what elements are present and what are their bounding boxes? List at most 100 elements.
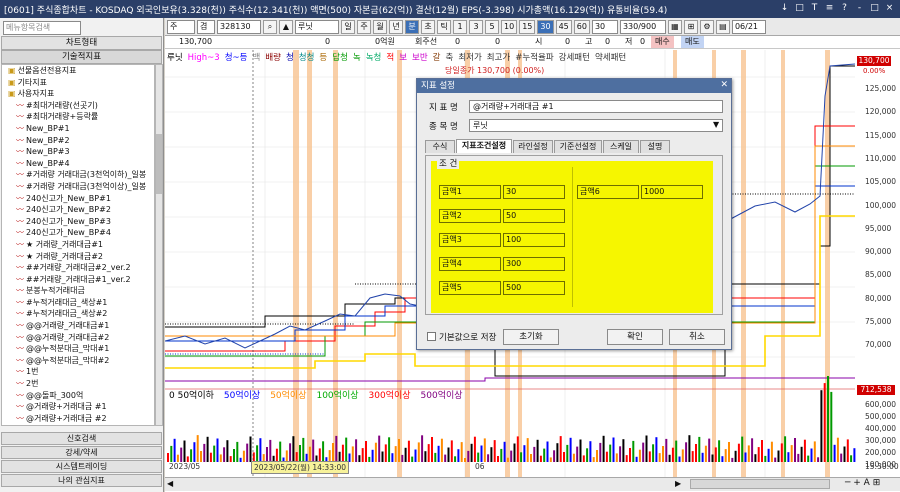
tree-item[interactable]: 〰 #최대거래량(선곳기) <box>2 100 154 112</box>
period-minute[interactable]: 분 <box>405 19 419 34</box>
zoom-controls-icon[interactable]: ─ + A ⊞ <box>845 478 880 488</box>
tree-item[interactable]: 〰 #최대거래량+등락률 <box>2 111 154 123</box>
tree-item[interactable]: 〰 1번 <box>2 366 154 378</box>
period-60[interactable]: 60 <box>573 19 590 34</box>
cancel-button[interactable]: 취소 <box>669 329 725 345</box>
period-1[interactable]: 1 <box>453 19 467 34</box>
period-45[interactable]: 45 <box>555 19 572 34</box>
menu-search-input[interactable]: 메뉴항목검색 <box>3 21 81 35</box>
chevron-down-icon[interactable]: ▼ <box>713 120 719 129</box>
section-strength[interactable]: 강세/약세 <box>1 446 162 459</box>
tree-item[interactable]: 〰 #거래량 거래대금(3천억이상)_일봉 <box>2 181 154 193</box>
tree-item[interactable]: 〰 240신고가_New_BP#1 <box>2 193 154 205</box>
minimize-icon[interactable]: - <box>853 2 866 15</box>
period-30[interactable]: 30 <box>537 19 554 34</box>
tree-item[interactable]: 〰 New_BP#4 <box>2 158 154 170</box>
tree-item[interactable]: 〰 @@누적분대금_막대#1 <box>2 343 154 355</box>
period-week[interactable]: 주 <box>357 19 371 34</box>
count-select[interactable]: 30 <box>591 19 618 34</box>
chart-settings-icon[interactable]: ▦ <box>667 19 682 34</box>
market-select[interactable]: 겸 <box>197 19 215 34</box>
section-my-indicators[interactable]: 나의 관심지표 <box>1 474 162 487</box>
period-month[interactable]: 월 <box>373 19 387 34</box>
menu-icon[interactable]: ≡ <box>823 2 836 15</box>
period-5[interactable]: 5 <box>485 19 499 34</box>
condition-value-input[interactable]: 50 <box>503 209 565 223</box>
tree-item[interactable]: ▣ 기타지표 <box>2 77 154 89</box>
tree-item[interactable]: 〰 #누적거래대금_색상#2 <box>2 308 154 320</box>
scroll-thumb[interactable] <box>690 479 830 489</box>
tree-scrollbar[interactable] <box>155 64 163 426</box>
section-system-trading[interactable]: 시스템트레이딩 <box>1 460 162 473</box>
scroll-left-icon[interactable]: ◀ <box>167 479 173 488</box>
section-technical-indicators[interactable]: 기술적지표 <box>1 50 162 64</box>
tree-item[interactable]: 〰 #거래량 거래대금(3천억이하)_일봉 <box>2 169 154 181</box>
tree-item[interactable]: 〰 ★ 거래량_거래대금#2 <box>2 251 154 263</box>
maximize-icon[interactable]: □ <box>868 2 881 15</box>
tree-item[interactable]: 〰 240신고가_New_BP#4 <box>2 227 154 239</box>
tree-item[interactable]: 〰 ##거래량_거래대금#1_ver.2 <box>2 274 154 286</box>
period-second[interactable]: 초 <box>421 19 435 34</box>
period-year[interactable]: 년 <box>389 19 403 34</box>
tree-item[interactable]: 〰 @@거래량_거래대금#2 <box>2 332 154 344</box>
tree-item[interactable]: 〰 @거래량+거래대금 #2 <box>2 413 154 425</box>
download-icon[interactable]: ↓ <box>778 2 791 15</box>
sell-button[interactable]: 매도 <box>681 36 704 48</box>
tree-item[interactable]: 〰 #누적거래대금_색상#1 <box>2 297 154 309</box>
tree-item[interactable]: 〰 @@누적분대금_막대#2 <box>2 355 154 367</box>
tree-item[interactable]: 〰 @거래량+거래대금 #1 <box>2 401 154 413</box>
tree-item[interactable]: 〰 New_BP#1 <box>2 123 154 135</box>
type-select[interactable]: 주 <box>167 19 195 34</box>
prev-icon[interactable]: ▲ <box>279 19 293 34</box>
condition-value-input[interactable]: 1000 <box>641 185 703 199</box>
period-day[interactable]: 일 <box>341 19 355 34</box>
condition-value-input[interactable]: 500 <box>503 281 565 295</box>
close-icon[interactable]: × <box>883 2 896 15</box>
tree-item[interactable]: 〰 분봉누적거래대금 <box>2 285 154 297</box>
help-icon[interactable]: ? <box>838 2 851 15</box>
stock-name-select[interactable]: 루닛 <box>469 119 723 132</box>
tab-line[interactable]: 라인설정 <box>513 140 553 153</box>
tree-item[interactable]: 〰 @@거래량_거래대금#1 <box>2 320 154 332</box>
tree-item[interactable]: ▣ 사용자지표 <box>2 88 154 100</box>
scroll-right-icon[interactable]: ▶ <box>675 479 681 488</box>
text-icon[interactable]: T <box>808 2 821 15</box>
save-default-checkbox[interactable] <box>427 332 436 341</box>
stock-name-field[interactable]: 루닛 <box>295 19 339 34</box>
tree-item[interactable]: 〰 @@돌파_300억 <box>2 390 154 402</box>
indicator-name-field[interactable]: @거래량+거래대금 #1 <box>469 100 723 113</box>
calendar-icon[interactable]: ▤ <box>715 19 730 34</box>
tab-condition[interactable]: 지표조건설정 <box>456 139 512 153</box>
tab-description[interactable]: 설명 <box>640 140 670 153</box>
tab-scale[interactable]: 스케일 <box>603 140 639 153</box>
date-input[interactable]: 06/21 <box>731 19 766 34</box>
condition-value-input[interactable]: 300 <box>503 257 565 271</box>
tree-item[interactable]: 〰 240신고가_New_BP#3 <box>2 216 154 228</box>
tree-scroll-thumb[interactable] <box>156 134 162 194</box>
restore-icon[interactable]: □ <box>793 2 806 15</box>
period-15[interactable]: 15 <box>519 19 536 34</box>
close-icon[interactable]: ✕ <box>720 80 728 90</box>
tree-item[interactable]: 〰 240신고가_New_BP#2 <box>2 204 154 216</box>
chart-scrollbar[interactable]: ◀ ▶ ─ + A ⊞ <box>165 477 900 491</box>
search-icon[interactable]: ⌕ <box>263 19 277 34</box>
condition-value-input[interactable]: 30 <box>503 185 565 199</box>
tree-item[interactable]: 〰 ##거래량_거래대금#2_ver.2 <box>2 262 154 274</box>
period-tick[interactable]: 틱 <box>437 19 451 34</box>
tab-formula[interactable]: 수식 <box>425 140 455 153</box>
tree-item[interactable]: 〰 New_BP#3 <box>2 146 154 158</box>
condition-value-input[interactable]: 100 <box>503 233 565 247</box>
stock-code-input[interactable]: 328130 <box>217 19 261 34</box>
zoom-icon[interactable]: ⊞ <box>683 19 698 34</box>
tree-item[interactable]: 〰 2번 <box>2 378 154 390</box>
period-10[interactable]: 10 <box>501 19 518 34</box>
section-chart-type[interactable]: 차트형태 <box>1 36 162 50</box>
period-3[interactable]: 3 <box>469 19 483 34</box>
reset-button[interactable]: 초기화 <box>503 329 559 345</box>
gear-icon[interactable]: ⚙ <box>699 19 714 34</box>
tab-baseline[interactable]: 기준선설정 <box>554 140 602 153</box>
tree-item[interactable]: 〰 New_BP#2 <box>2 135 154 147</box>
tree-item[interactable]: 〰 ★ 거래량_거래대금#1 <box>2 239 154 251</box>
tree-item[interactable]: ▣ 선물옵션전용지표 <box>2 65 154 77</box>
section-signal-search[interactable]: 신호검색 <box>1 432 162 445</box>
